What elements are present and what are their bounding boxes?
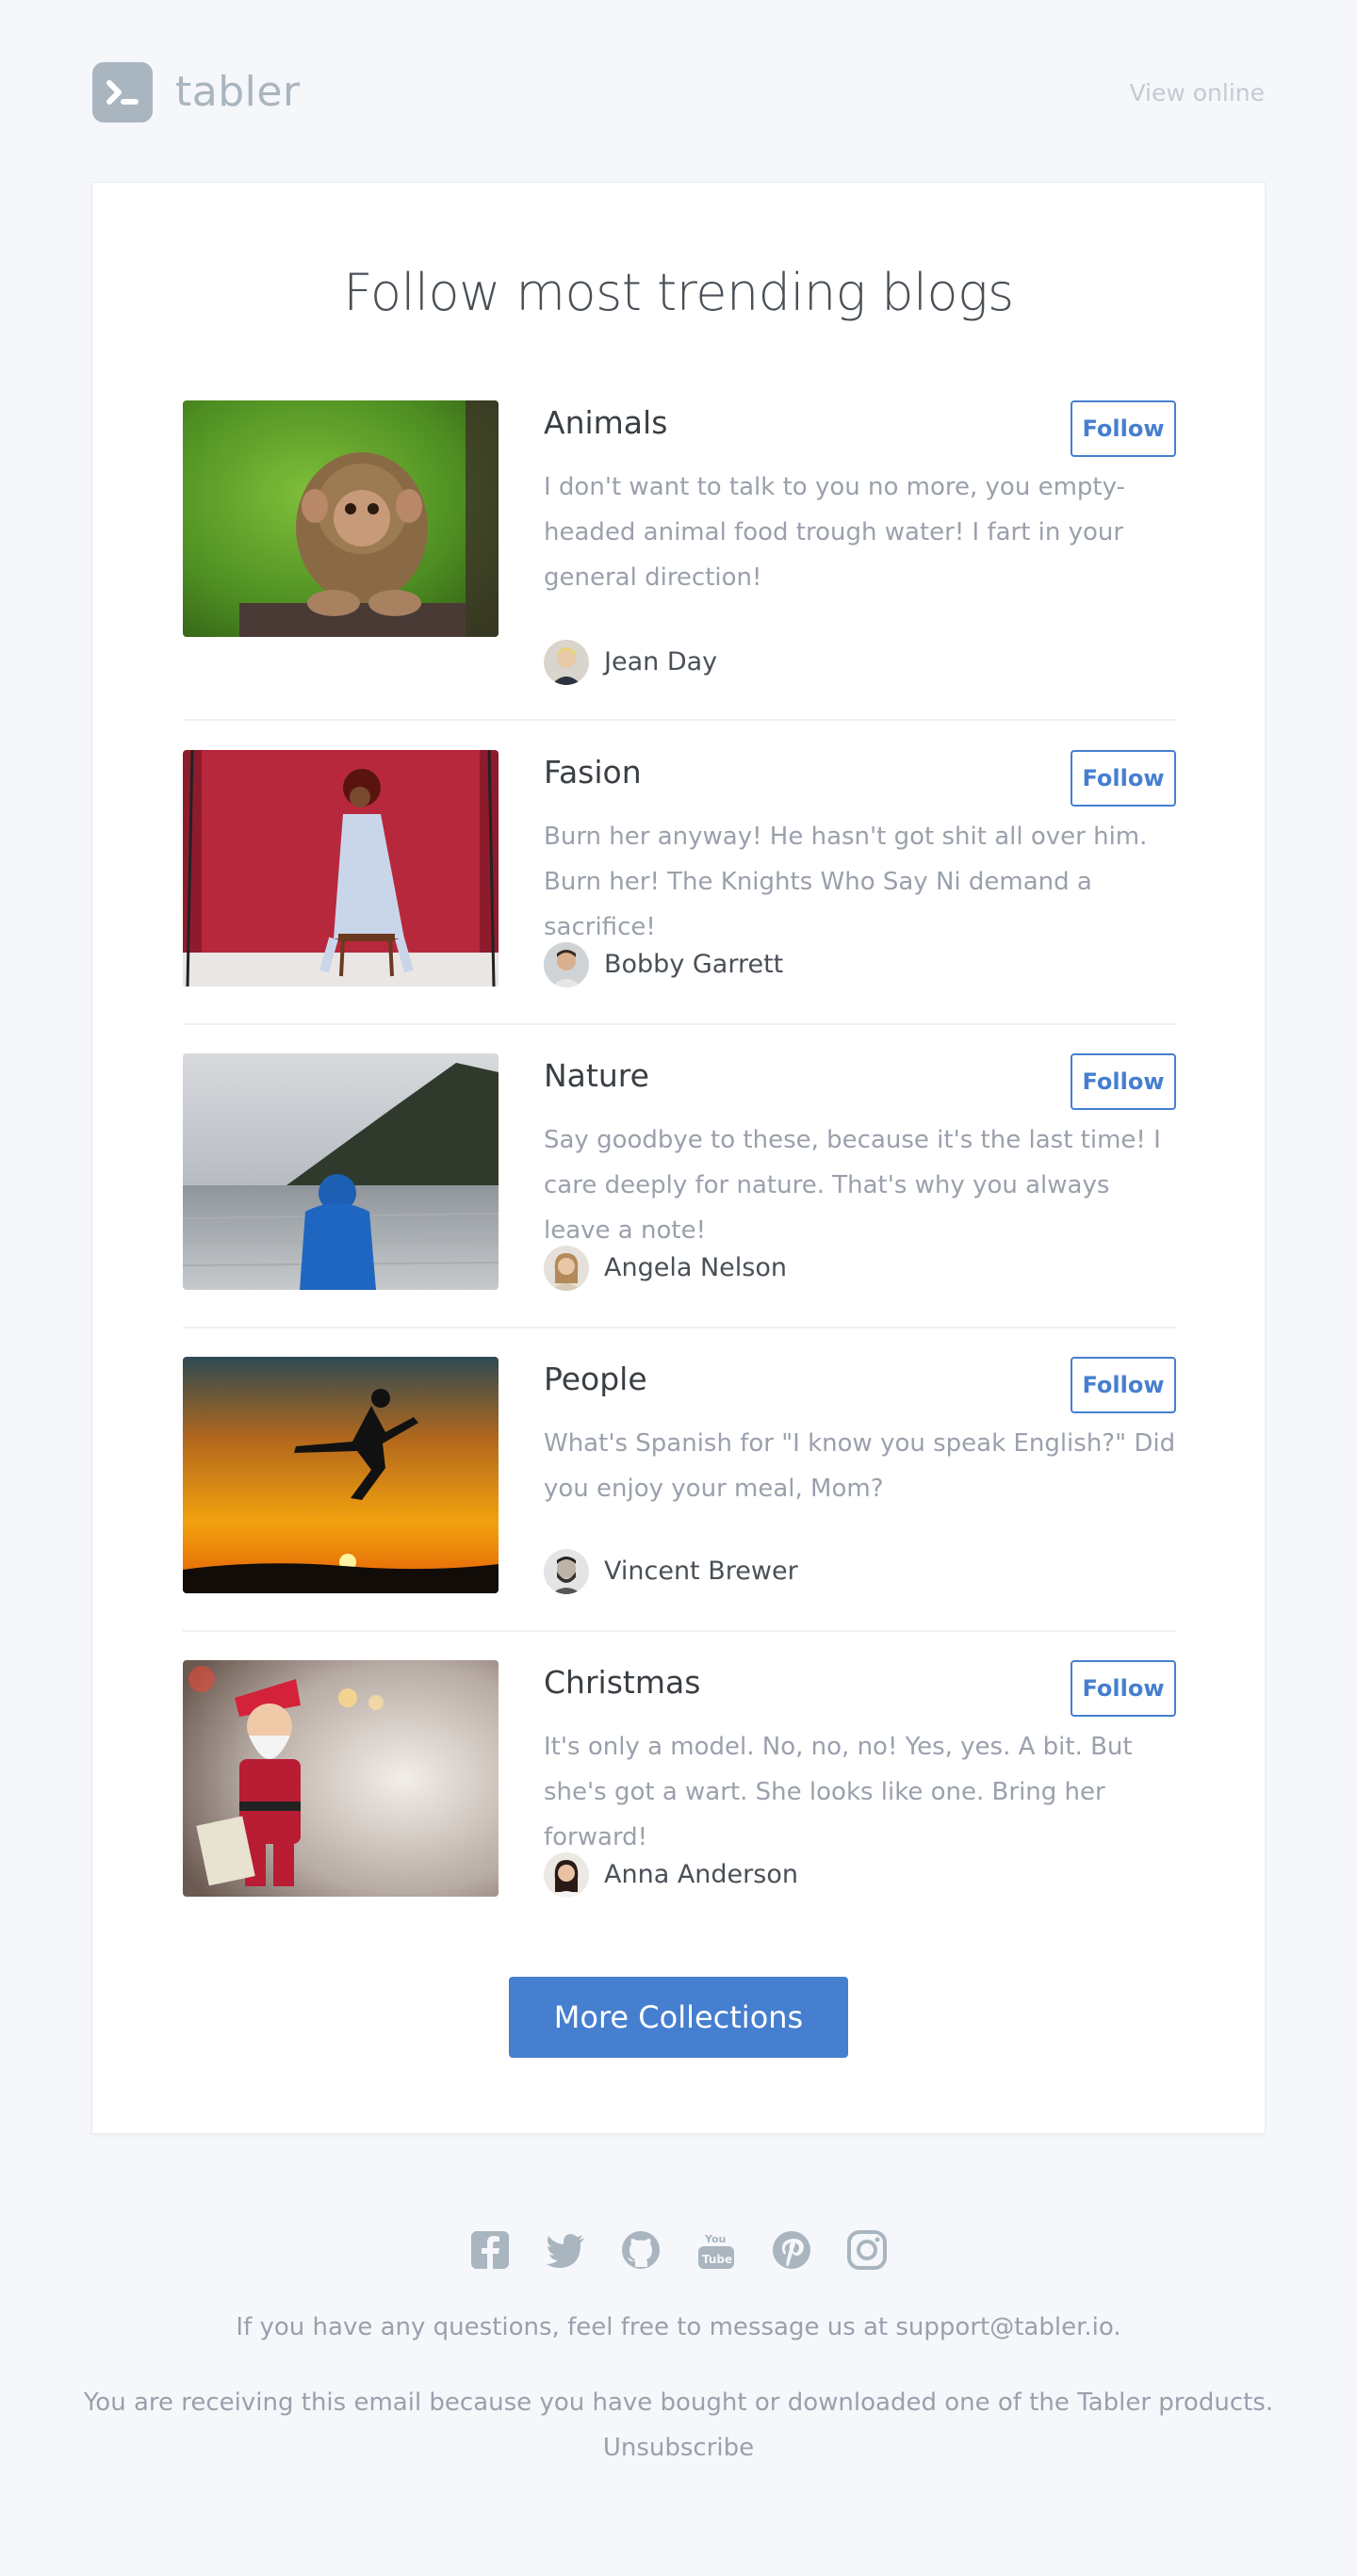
view-online-link[interactable]: View online [1129, 79, 1265, 107]
blog-title: Fasion [544, 754, 642, 791]
footer-receiving: You are receiving this email because you… [83, 2389, 1274, 2417]
avatar [544, 942, 589, 987]
blog-item-nature: Nature Follow Say goodbye to these, beca… [183, 1053, 1176, 1329]
blog-thumbnail[interactable] [183, 1357, 499, 1593]
blog-description: It's only a model. No, no, no! Yes, yes.… [544, 1733, 1133, 1851]
blog-description: What's Spanish for "I know you speak Eng… [544, 1429, 1176, 1503]
follow-button[interactable]: Follow [1071, 1053, 1176, 1110]
youtube-icon[interactable]: You Tube [695, 2229, 737, 2271]
blog-description: Say goodbye to these, because it's the l… [544, 1126, 1161, 1245]
monkey-photo [183, 400, 499, 637]
pinterest-icon[interactable] [771, 2229, 812, 2271]
more-collections-button[interactable]: More Collections [509, 1977, 848, 2058]
blog-title: People [544, 1361, 647, 1397]
follow-button[interactable]: Follow [1071, 750, 1176, 807]
blog-item-fasion: Fasion Follow Burn her anyway! He hasn't… [183, 750, 1176, 1025]
blog-title: Nature [544, 1057, 649, 1094]
facebook-icon[interactable] [469, 2229, 511, 2271]
footer-questions-text: If you have any questions, feel free to … [236, 2313, 896, 2341]
sunset-kick-photo [183, 1357, 499, 1593]
santa-figurine-photo [183, 1660, 499, 1897]
avatar [544, 1246, 589, 1291]
blog-item-christmas: Christmas Follow It's only a model. No, … [183, 1660, 1176, 1915]
instagram-icon[interactable] [846, 2229, 888, 2271]
follow-button[interactable]: Follow [1071, 400, 1176, 457]
blog-description: Burn her anyway! He hasn't got shit all … [544, 823, 1148, 941]
github-icon[interactable] [620, 2229, 662, 2271]
blog-thumbnail[interactable] [183, 1053, 499, 1290]
blog-thumbnail[interactable] [183, 750, 499, 986]
blog-thumbnail[interactable] [183, 400, 499, 637]
author-name: Jean Day [604, 647, 718, 677]
author-name: Anna Anderson [604, 1860, 798, 1889]
follow-button[interactable]: Follow [1071, 1357, 1176, 1413]
blog-item-people: People Follow What's Spanish for "I know… [183, 1357, 1176, 1632]
lake-photo [183, 1053, 499, 1290]
avatar [544, 1549, 589, 1594]
svg-text:Tube: Tube [702, 2253, 732, 2266]
email-page: tabler View online Follow most trending … [0, 0, 1357, 2576]
unsubscribe-link[interactable]: Unsubscribe [603, 2434, 754, 2462]
content-card: Follow most trending blogs Animals Follo… [91, 182, 1266, 2134]
brand-name: tabler [175, 68, 301, 116]
blog-thumbnail[interactable] [183, 1660, 499, 1897]
avatar [544, 640, 589, 685]
fashion-photo [183, 750, 499, 986]
blog-title: Animals [544, 404, 668, 441]
card-title: Follow most trending blogs [343, 263, 1014, 322]
author-name: Angela Nelson [604, 1253, 787, 1282]
footer-unsubscribe: Unsubscribe [0, 2425, 1357, 2470]
twitter-icon[interactable] [545, 2229, 586, 2271]
blog-title: Christmas [544, 1664, 701, 1701]
blog-description: I don't want to talk to you no more, you… [544, 473, 1125, 592]
svg-text:You: You [704, 2233, 726, 2245]
follow-button[interactable]: Follow [1071, 1660, 1176, 1717]
blog-item-animals: Animals Follow I don't want to talk to y… [183, 400, 1176, 721]
avatar [544, 1852, 589, 1898]
footer-questions-period: . [1113, 2313, 1121, 2341]
terminal-logo-icon [92, 62, 153, 122]
support-email-link[interactable]: support@tabler.io [895, 2313, 1113, 2341]
email-header: tabler View online [92, 62, 1265, 122]
author-name: Vincent Brewer [604, 1557, 798, 1586]
author-name: Bobby Garrett [604, 950, 784, 979]
social-links: You Tube [469, 2229, 888, 2271]
footer-questions: If you have any questions, feel free to … [0, 2305, 1357, 2350]
